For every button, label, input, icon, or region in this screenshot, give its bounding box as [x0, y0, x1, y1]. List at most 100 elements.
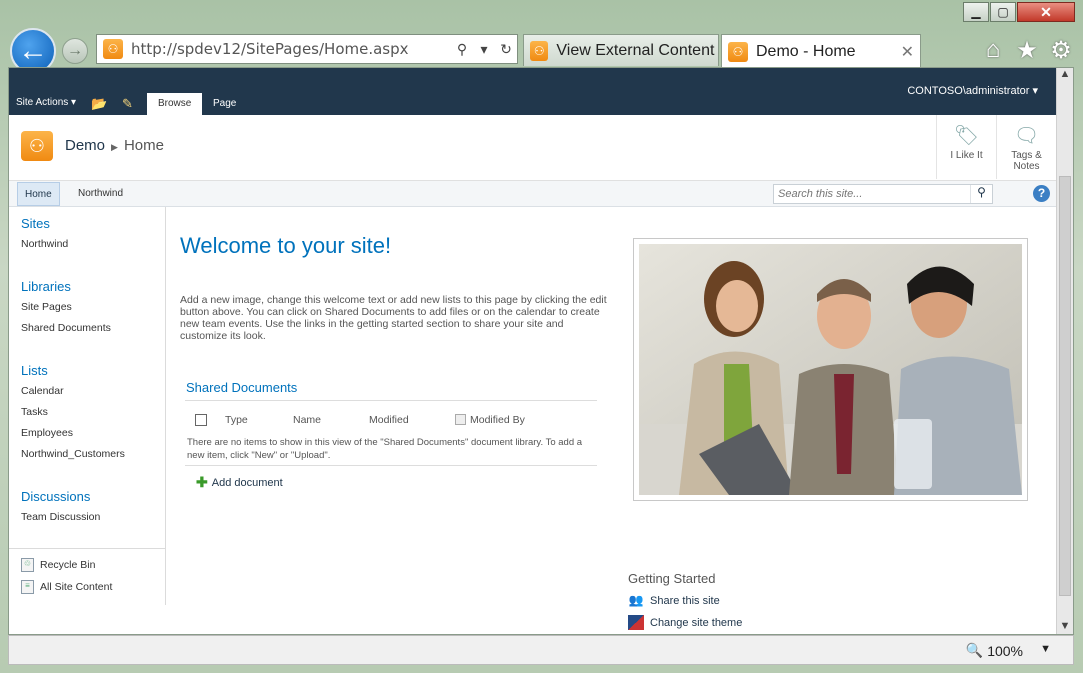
site-logo-icon[interactable]: ⚇	[21, 131, 53, 161]
recycle-bin-link[interactable]: ♲ Recycle Bin	[21, 558, 95, 572]
scroll-up-icon[interactable]: ▲	[1057, 68, 1073, 84]
tags-label: Tags &	[1011, 150, 1042, 161]
tab-page[interactable]: Page	[202, 93, 247, 115]
dropdown-icon[interactable]: ▾	[473, 41, 495, 58]
ql-item-northwind[interactable]: Northwind	[21, 238, 68, 250]
tab-view-external-content[interactable]: ⚇ View External Content ...	[523, 34, 719, 66]
tab-label: Demo - Home	[756, 42, 856, 60]
main-content: Welcome to your site! Add a new image, c…	[166, 207, 1058, 634]
top-navigation: Home Northwind ⚲ ?	[9, 181, 1058, 207]
zoom-dropdown-icon[interactable]: ▼	[1040, 643, 1051, 655]
share-this-site-link[interactable]: 👥 Share this site	[628, 593, 720, 608]
ql-item-team-discussion[interactable]: Team Discussion	[21, 511, 100, 523]
topnav-northwind[interactable]: Northwind	[71, 182, 130, 206]
help-icon[interactable]: ?	[1033, 185, 1050, 202]
share-site-icon: 👥	[628, 593, 644, 607]
theme-icon	[628, 615, 644, 630]
close-window-button[interactable]: ✕	[1017, 2, 1075, 22]
tab-favicon-icon: ⚇	[530, 40, 549, 61]
zoom-icon: 🔍	[965, 642, 984, 658]
add-plus-icon: ✚	[196, 474, 208, 490]
ql-bottom-links: ♲ Recycle Bin ≡ All Site Content	[9, 548, 166, 605]
divider	[185, 400, 597, 401]
address-url[interactable]: http://spdev12/SitePages/Home.aspx	[131, 40, 451, 58]
favorites-star-icon[interactable]: ★	[1015, 36, 1039, 65]
shared-documents-title[interactable]: Shared Documents	[186, 380, 297, 395]
getting-started-title: Getting Started	[628, 571, 716, 586]
minimize-button[interactable]: ▁	[963, 2, 989, 22]
site-actions-menu[interactable]: Site Actions ▾	[16, 97, 76, 108]
breadcrumb-page: Home	[123, 137, 164, 154]
all-site-content-link[interactable]: ≡ All Site Content	[21, 580, 112, 594]
modified-by-checkbox	[455, 414, 466, 425]
tab-demo-home[interactable]: ⚇ Demo - Home ✕	[721, 34, 921, 68]
ql-head-sites[interactable]: Sites	[21, 216, 50, 231]
tags-notes-button[interactable]: 🗨 Tags & Notes	[996, 115, 1056, 179]
vertical-scrollbar[interactable]: ▲ ▼	[1056, 68, 1073, 634]
add-document-link[interactable]: ✚ Add document	[196, 474, 283, 491]
navigate-up-icon[interactable]: 📂	[91, 96, 107, 112]
page-title: Welcome to your site!	[180, 233, 392, 258]
ql-item-tasks[interactable]: Tasks	[21, 406, 48, 418]
ql-item-employees[interactable]: Employees	[21, 427, 73, 439]
column-name[interactable]: Name	[293, 414, 321, 426]
shared-documents-header: Type Name Modified Modified By	[185, 412, 597, 430]
scroll-thumb[interactable]	[1059, 176, 1071, 596]
window-controls: ▁ ▢ ✕	[963, 2, 1075, 22]
search-icon[interactable]: ⚲	[970, 185, 992, 203]
team-photo	[639, 244, 1022, 495]
sharepoint-ribbon: Site Actions ▾ 📂 ✎ Browse Page CONTOSO\a…	[9, 68, 1058, 115]
back-arrow-icon: ←	[18, 34, 48, 67]
maximize-button[interactable]: ▢	[990, 2, 1016, 22]
address-bar[interactable]: ⚇ http://spdev12/SitePages/Home.aspx ⚲ ▾…	[96, 34, 518, 64]
notes-label: Notes	[1013, 161, 1040, 172]
forward-arrow-icon: →	[67, 42, 83, 59]
breadcrumb: Demo ▶ Home	[65, 137, 164, 154]
column-type[interactable]: Type	[225, 414, 248, 426]
browser-window: ▁ ▢ ✕ ← → ⚇ http://spdev12/SitePages/Hom…	[0, 0, 1083, 673]
edit-page-icon[interactable]: ✎	[122, 96, 133, 112]
close-tab-icon[interactable]: ✕	[901, 42, 914, 62]
all-site-content-icon: ≡	[21, 580, 34, 594]
search-input[interactable]	[774, 185, 969, 203]
ql-head-lists[interactable]: Lists	[21, 363, 48, 378]
site-title-area: ⚇ Demo ▶ Home 🏷 I Like It 🗨 Tags & Notes	[9, 115, 1058, 181]
welcome-image	[633, 238, 1028, 501]
column-modified-by[interactable]: Modified By	[470, 414, 525, 426]
i-like-it-label: I Like It	[950, 150, 983, 161]
ql-head-libraries[interactable]: Libraries	[21, 279, 71, 294]
zoom-control[interactable]: 🔍 100%	[966, 642, 1023, 659]
home-icon[interactable]: ⌂	[981, 36, 1005, 65]
topnav-home[interactable]: Home	[17, 182, 60, 206]
tags-notes-icon: 🗨	[1013, 125, 1040, 147]
status-bar: 🔍 100% ▼	[8, 635, 1074, 665]
site-search: ⚲	[773, 184, 993, 204]
change-site-theme-link[interactable]: Change site theme	[628, 615, 742, 630]
empty-library-message: There are no items to show in this view …	[187, 437, 583, 461]
user-menu[interactable]: CONTOSO\administrator ▾	[907, 84, 1038, 97]
ql-item-shared-documents[interactable]: Shared Documents	[21, 322, 111, 334]
site-favicon-icon: ⚇	[103, 39, 123, 59]
search-icon[interactable]: ⚲	[451, 41, 473, 58]
ql-item-site-pages[interactable]: Site Pages	[21, 301, 72, 313]
select-all-checkbox[interactable]	[195, 414, 207, 426]
ql-head-discussions[interactable]: Discussions	[21, 489, 90, 504]
gear-icon[interactable]: ⚙	[1049, 36, 1073, 65]
column-modified[interactable]: Modified	[369, 414, 409, 426]
divider	[185, 465, 597, 466]
breadcrumb-separator-icon: ▶	[111, 142, 118, 152]
recycle-bin-icon: ♲	[21, 558, 34, 572]
breadcrumb-site[interactable]: Demo	[65, 137, 105, 154]
forward-button[interactable]: →	[62, 38, 88, 64]
tab-favicon-icon: ⚇	[728, 41, 748, 62]
scroll-down-icon[interactable]: ▼	[1057, 620, 1073, 634]
i-like-it-button[interactable]: 🏷 I Like It	[936, 115, 996, 179]
browser-toolbar-icons: ⌂ ★ ⚙	[981, 36, 1073, 65]
page-viewport: Site Actions ▾ 📂 ✎ Browse Page CONTOSO\a…	[8, 67, 1074, 635]
ql-item-northwind-customers[interactable]: Northwind_Customers	[21, 448, 125, 460]
tab-label: View External Content ...	[556, 41, 718, 59]
ql-item-calendar[interactable]: Calendar	[21, 385, 64, 397]
like-tag-icon: 🏷	[953, 125, 980, 147]
tab-browse[interactable]: Browse	[147, 93, 203, 115]
refresh-icon[interactable]: ↻	[495, 41, 517, 58]
